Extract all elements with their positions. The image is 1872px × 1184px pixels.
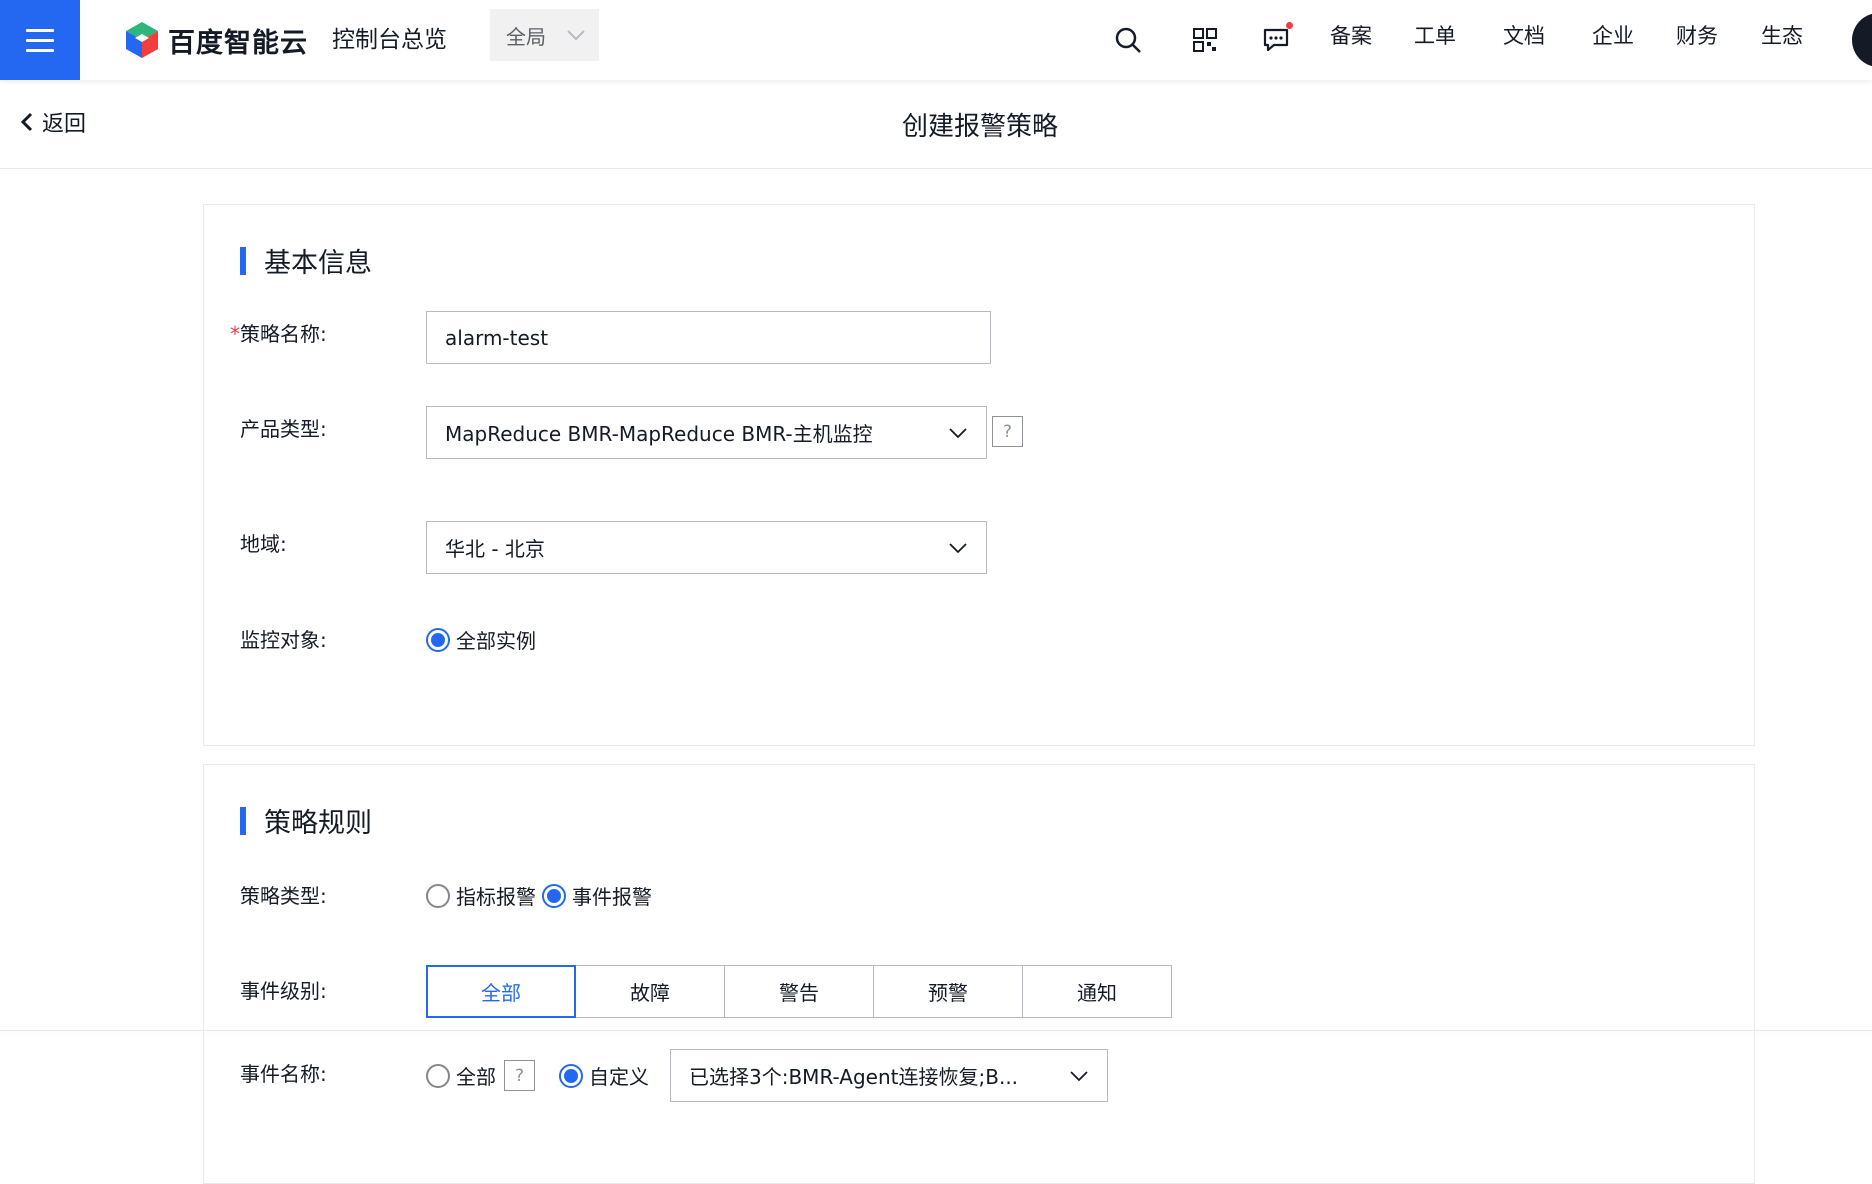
level-warning-button[interactable]: 警告 — [724, 965, 874, 1018]
event-name-custom-label: 自定义 — [589, 1065, 649, 1089]
monitor-target-label: 监控对象: — [240, 628, 327, 652]
radio-circle — [426, 627, 450, 652]
notification-dot — [1286, 22, 1293, 29]
search-icon[interactable] — [1110, 22, 1146, 58]
chevron-down-icon — [1070, 1070, 1088, 1081]
region-select[interactable]: 华北 - 北京 — [426, 521, 987, 574]
radio-circle — [426, 1063, 450, 1088]
policy-name-label-text: 策略名称: — [240, 322, 327, 346]
brand-name: 百度智能云 — [168, 27, 308, 59]
event-level-segmented-control: 全部 故障 警告 预警 通知 — [426, 965, 1172, 1018]
page-title: 创建报警策略 — [901, 112, 1058, 142]
message-icon[interactable] — [1258, 22, 1294, 58]
level-all-button[interactable]: 全部 — [426, 965, 576, 1018]
brand-logo[interactable]: 百度智能云 — [124, 16, 308, 64]
required-star: * — [230, 322, 240, 346]
all-instances-radio[interactable]: 全部实例 — [426, 625, 536, 654]
region-dropdown-value: 全局 — [506, 24, 546, 49]
top-navigation-bar: 百度智能云 控制台总览 全局 备案 工单 文档 企业 财务 生态 — [0, 0, 1872, 80]
policy-type-radio-group: 指标报警 事件报警 — [426, 881, 652, 910]
policy-rule-card: 策略规则 策略类型: 指标报警 事件报警 事件级别: 全部 故障 警告 预警 通… — [203, 764, 1755, 1184]
product-type-value: MapReduce BMR-MapReduce BMR-主机监控 — [445, 422, 873, 446]
cube-logo-icon — [126, 22, 158, 58]
event-name-help-button[interactable]: ? — [504, 1060, 535, 1091]
level-fault-button[interactable]: 故障 — [575, 965, 725, 1018]
nav-link-docs[interactable]: 文档 — [1503, 20, 1545, 52]
policy-rule-title-text: 策略规则 — [264, 808, 372, 839]
metric-alarm-radio[interactable]: 指标报警 — [426, 881, 536, 910]
event-name-custom-radio[interactable]: 自定义 — [559, 1061, 649, 1090]
chevron-down-icon — [949, 427, 967, 438]
policy-name-value: alarm-test — [445, 325, 549, 350]
section-accent-bar — [240, 246, 246, 275]
screenshot-fold-line — [0, 1030, 1872, 1031]
apps-grid-icon[interactable] — [1187, 22, 1223, 58]
event-name-all-label: 全部 — [456, 1065, 496, 1089]
policy-rule-section-title: 策略规则 — [240, 801, 372, 840]
region-dropdown[interactable]: 全局 — [490, 9, 599, 61]
radio-circle — [426, 883, 450, 908]
event-name-label: 事件名称: — [240, 1062, 327, 1086]
user-avatar[interactable] — [1852, 13, 1872, 67]
event-level-label: 事件级别: — [240, 979, 327, 1003]
nav-link-filing[interactable]: 备案 — [1330, 20, 1372, 52]
policy-name-label: * 策略名称: — [230, 319, 327, 349]
region-label: 地域: — [240, 532, 287, 556]
product-type-label: 产品类型: — [240, 417, 327, 441]
metric-alarm-label: 指标报警 — [456, 885, 536, 909]
radio-circle — [559, 1063, 583, 1088]
product-type-select[interactable]: MapReduce BMR-MapReduce BMR-主机监控 — [426, 406, 987, 459]
section-accent-bar — [240, 806, 246, 835]
chevron-down-icon — [949, 542, 967, 553]
event-name-radio-group: 全部 ? 自定义 — [426, 1060, 649, 1091]
hamburger-menu-button[interactable] — [0, 0, 80, 80]
policy-type-label: 策略类型: — [240, 884, 327, 908]
basic-info-title-text: 基本信息 — [264, 248, 372, 279]
console-overview-link[interactable]: 控制台总览 — [332, 18, 447, 62]
radio-circle — [542, 883, 566, 908]
event-name-select[interactable]: 已选择3个:BMR-Agent连接恢复;B... — [670, 1049, 1108, 1102]
level-alert-button[interactable]: 预警 — [873, 965, 1023, 1018]
page-header: 返回 创建报警策略 — [0, 80, 1872, 169]
level-notice-button[interactable]: 通知 — [1022, 965, 1172, 1018]
chevron-down-icon — [567, 30, 585, 41]
policy-name-input[interactable]: alarm-test — [426, 311, 991, 364]
nav-link-ecosystem[interactable]: 生态 — [1761, 20, 1803, 52]
nav-link-enterprise[interactable]: 企业 — [1592, 20, 1634, 52]
region-value: 华北 - 北京 — [445, 537, 545, 561]
monitor-target-radio-group: 全部实例 — [426, 625, 536, 654]
event-alarm-radio[interactable]: 事件报警 — [542, 881, 652, 910]
hamburger-line — [26, 38, 54, 42]
hamburger-line — [26, 28, 54, 32]
basic-info-card: 基本信息 * 策略名称: alarm-test 产品类型: MapReduce … — [203, 204, 1755, 746]
event-alarm-label: 事件报警 — [572, 885, 652, 909]
event-name-select-value: 已选择3个:BMR-Agent连接恢复;B... — [689, 1065, 1019, 1089]
nav-link-ticket[interactable]: 工单 — [1414, 20, 1456, 52]
basic-info-section-title: 基本信息 — [240, 241, 372, 280]
event-name-all-radio[interactable]: 全部 — [426, 1061, 496, 1090]
nav-link-finance[interactable]: 财务 — [1676, 20, 1718, 52]
hamburger-line — [26, 48, 54, 52]
product-type-help-button[interactable]: ? — [992, 416, 1023, 447]
all-instances-label: 全部实例 — [456, 629, 536, 653]
